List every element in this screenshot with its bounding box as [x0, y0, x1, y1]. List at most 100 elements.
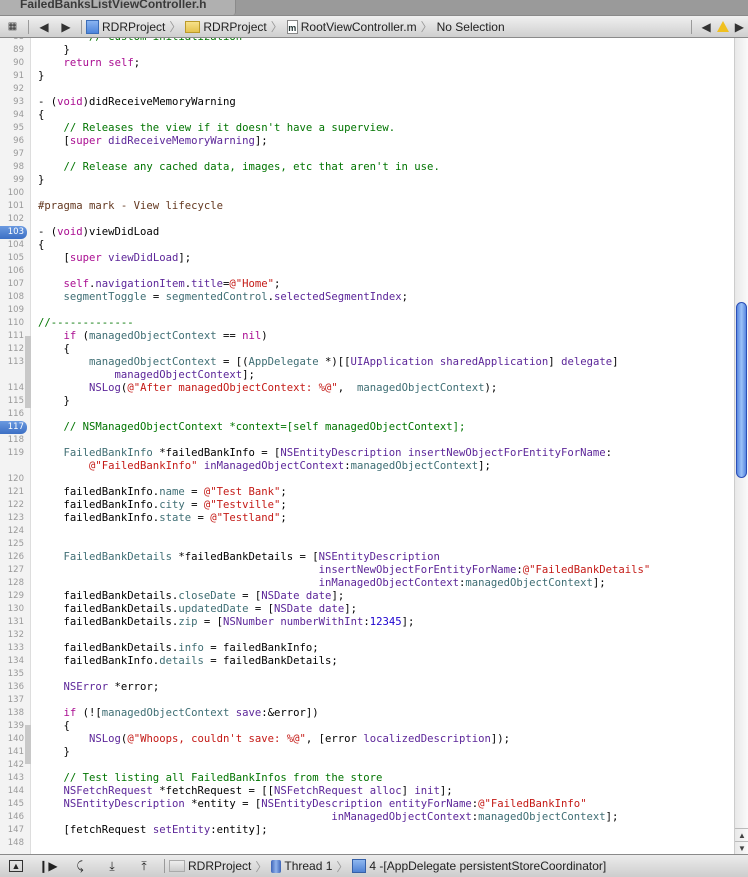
code-line[interactable]: 137 — [0, 694, 734, 707]
step-out-button[interactable]: ⤒ — [128, 859, 160, 874]
line-number[interactable]: 135 — [0, 668, 24, 681]
breakpoint-line-number[interactable]: 103 — [0, 226, 27, 239]
code-line[interactable]: 112 { — [0, 343, 734, 356]
line-number[interactable]: 93 — [0, 96, 24, 109]
line-number[interactable]: 145 — [0, 798, 24, 811]
step-into-button[interactable]: ⤓ — [96, 859, 128, 874]
code-line[interactable]: 142 — [0, 759, 734, 772]
code-line[interactable]: 135 — [0, 668, 734, 681]
line-number[interactable]: 106 — [0, 265, 24, 278]
line-number[interactable]: 95 — [0, 122, 24, 135]
code-line[interactable]: 145 NSEntityDescription *entity = [NSEnt… — [0, 798, 734, 811]
line-number[interactable]: 130 — [0, 603, 24, 616]
code-line[interactable]: 146 inManagedObjectContext:managedObject… — [0, 811, 734, 824]
code-line[interactable]: 118 — [0, 434, 734, 447]
line-number[interactable]: 143 — [0, 772, 24, 785]
back-button[interactable]: ◀ — [33, 16, 55, 37]
line-number[interactable]: 99 — [0, 174, 24, 187]
line-number[interactable]: 137 — [0, 694, 24, 707]
code-line[interactable]: 113 managedObjectContext = [(AppDelegate… — [0, 356, 734, 369]
line-number[interactable]: 114 — [0, 382, 24, 395]
code-line[interactable]: 104 { — [0, 239, 734, 252]
line-number[interactable]: 136 — [0, 681, 24, 694]
line-number[interactable]: 100 — [0, 187, 24, 200]
code-line[interactable]: 92 — [0, 83, 734, 96]
code-line[interactable]: 132 — [0, 629, 734, 642]
code-line[interactable]: 143 // Test listing all FailedBankInfos … — [0, 772, 734, 785]
code-line[interactable]: 148 — [0, 837, 734, 850]
warning-icon[interactable] — [716, 21, 729, 32]
code-line[interactable]: 103 - (void)viewDidLoad — [0, 226, 734, 239]
code-line[interactable]: 140 NSLog(@"Whoops, couldn't save: %@", … — [0, 733, 734, 746]
code-line[interactable]: 116 — [0, 408, 734, 421]
line-number[interactable]: 125 — [0, 538, 24, 551]
line-number[interactable]: 132 — [0, 629, 24, 642]
code-line[interactable]: 144 NSFetchRequest *fetchRequest = [[NSF… — [0, 785, 734, 798]
next-issue-button[interactable]: ▶ — [735, 16, 744, 37]
line-number[interactable]: 123 — [0, 512, 24, 525]
code-line[interactable]: 89 } — [0, 44, 734, 57]
code-line[interactable]: 147 [fetchRequest setEntity:entity]; — [0, 824, 734, 837]
line-number[interactable]: 134 — [0, 655, 24, 668]
line-number[interactable]: 119 — [0, 447, 24, 460]
line-number[interactable]: 96 — [0, 135, 24, 148]
scroll-down-button[interactable]: ▼ — [735, 841, 748, 854]
code-line[interactable]: 126 FailedBankDetails *failedBankDetails… — [0, 551, 734, 564]
line-number[interactable]: 140 — [0, 733, 24, 746]
code-line[interactable]: 99} — [0, 174, 734, 187]
previous-issue-button[interactable]: ◀ — [702, 16, 711, 37]
line-number[interactable]: 122 — [0, 499, 24, 512]
code-line[interactable]: 139 { — [0, 720, 734, 733]
line-number[interactable]: 131 — [0, 616, 24, 629]
code-line[interactable]: 96 [super didReceiveMemoryWarning]; — [0, 135, 734, 148]
line-number[interactable]: 116 — [0, 408, 24, 421]
line-number[interactable]: 142 — [0, 759, 24, 772]
toggle-debug-area-button[interactable]: ▲ — [0, 860, 32, 872]
code-line[interactable]: 136 NSError *error; — [0, 681, 734, 694]
code-line[interactable]: 110 //------------- — [0, 317, 734, 330]
code-line[interactable]: 102 — [0, 213, 734, 226]
code-line[interactable]: 127 insertNewObjectForEntityForName:@"Fa… — [0, 564, 734, 577]
line-number[interactable]: 111 — [0, 330, 24, 343]
code-line[interactable]: 98 // Release any cached data, images, e… — [0, 161, 734, 174]
vertical-scrollbar[interactable]: ▲ ▼ — [734, 38, 748, 854]
code-line[interactable]: 119 FailedBankInfo *failedBankInfo = [NS… — [0, 447, 734, 460]
code-line[interactable]: 106 — [0, 265, 734, 278]
line-number[interactable]: 127 — [0, 564, 24, 577]
line-number[interactable]: 110 — [0, 317, 24, 330]
line-number[interactable]: 139 — [0, 720, 24, 733]
line-number[interactable]: 115 — [0, 395, 24, 408]
line-number[interactable]: 94 — [0, 109, 24, 122]
code-line[interactable]: 125 — [0, 538, 734, 551]
code-line[interactable]: 97 — [0, 148, 734, 161]
step-over-button[interactable]: ⤹ — [64, 859, 96, 874]
breadcrumb-project[interactable]: RDRProject — [86, 16, 165, 37]
code-line[interactable]: 91} — [0, 70, 734, 83]
line-number[interactable]: 105 — [0, 252, 24, 265]
code-line[interactable]: @"FailedBankInfo" inManagedObjectContext… — [0, 460, 734, 473]
line-number[interactable]: 101 — [0, 200, 24, 213]
line-number[interactable]: 120 — [0, 473, 24, 486]
code-line[interactable]: 141 } — [0, 746, 734, 759]
line-number[interactable]: 121 — [0, 486, 24, 499]
code-line[interactable]: 100 — [0, 187, 734, 200]
line-number[interactable]: 107 — [0, 278, 24, 291]
code-line[interactable]: 134 failedBankInfo.details = failedBankD… — [0, 655, 734, 668]
code-line[interactable]: 94 { — [0, 109, 734, 122]
line-number[interactable]: 138 — [0, 707, 24, 720]
code-line[interactable]: 107 self.navigationItem.title=@"Home"; — [0, 278, 734, 291]
code-line[interactable]: 114 NSLog(@"After managedObjectContext: … — [0, 382, 734, 395]
code-line[interactable]: 101 #pragma mark - View lifecycle — [0, 200, 734, 213]
line-number[interactable]: 108 — [0, 291, 24, 304]
line-number[interactable]: 104 — [0, 239, 24, 252]
line-number[interactable]: 102 — [0, 213, 24, 226]
line-number[interactable]: 98 — [0, 161, 24, 174]
code-line[interactable]: 133 failedBankDetails.info = failedBankI… — [0, 642, 734, 655]
breadcrumb-file[interactable]: m RootViewController.m — [286, 16, 417, 37]
code-line[interactable]: 115 } — [0, 395, 734, 408]
code-line[interactable]: 120 — [0, 473, 734, 486]
line-number[interactable]: 97 — [0, 148, 24, 161]
code-line[interactable]: 117 // NSManagedObjectContext *context=[… — [0, 421, 734, 434]
line-number[interactable]: 112 — [0, 343, 24, 356]
debug-breadcrumb-target[interactable]: RDRProject — [169, 856, 251, 877]
